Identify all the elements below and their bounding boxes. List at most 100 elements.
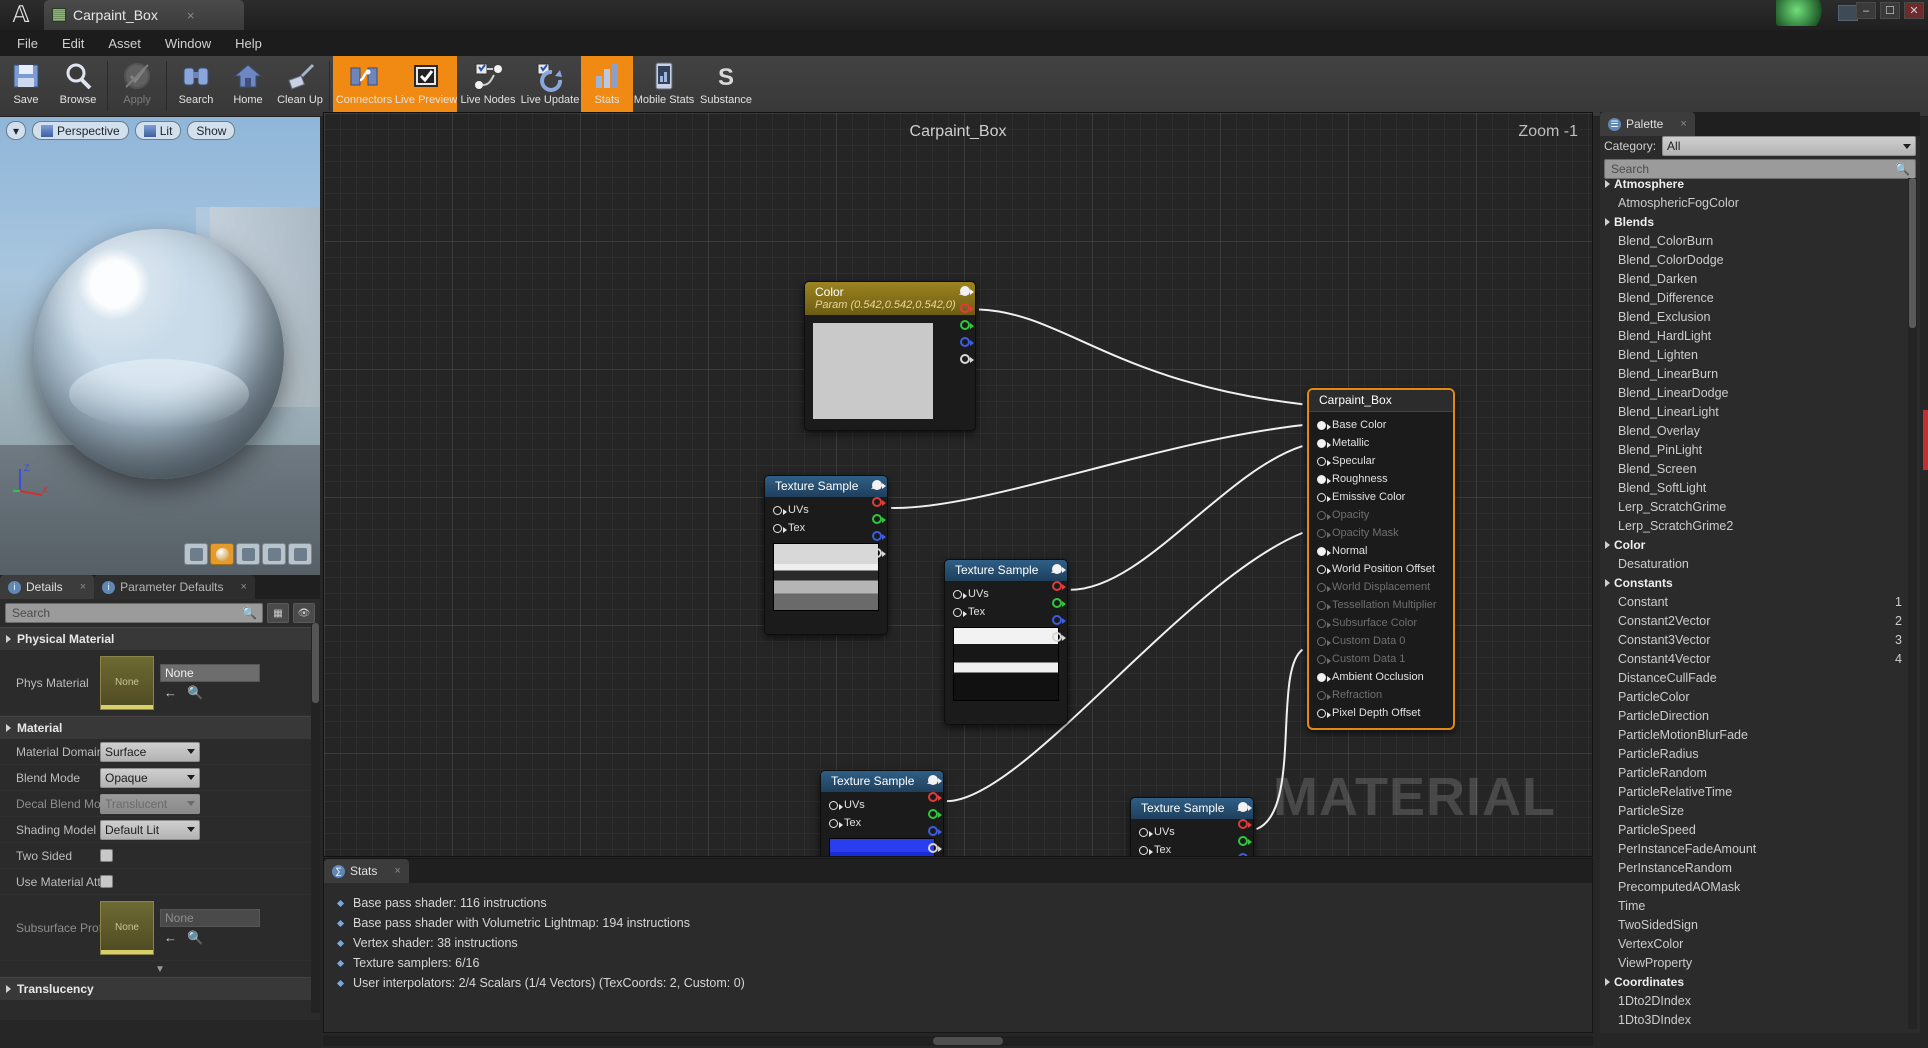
graph-node-texsample-3[interactable]: Texture SampleUVsTex [820, 770, 944, 857]
palette-item-constant3vector[interactable]: Constant3Vector3 [1600, 630, 1920, 649]
viewport-options-dropdown[interactable]: ▾ [6, 121, 26, 140]
palette-item-blend_overlay[interactable]: Blend_Overlay [1600, 421, 1920, 440]
preview-sphere-button[interactable] [210, 543, 234, 565]
palette-item-blend_linearburn[interactable]: Blend_LinearBurn [1600, 364, 1920, 383]
toolbar-button-live-nodes[interactable]: Live Nodes [457, 56, 519, 116]
palette-item-lerp_scratchgrime[interactable]: Lerp_ScratchGrime [1600, 497, 1920, 516]
toolbar-button-live-preview[interactable]: Live Preview [395, 56, 457, 116]
output-pin-r[interactable] [872, 497, 882, 507]
graph-node-material-output[interactable]: Carpaint_BoxBase ColorMetallicSpecularRo… [1307, 388, 1455, 730]
preview-cylinder-button[interactable] [184, 543, 208, 565]
use-selected-asset-icon[interactable]: ← [164, 930, 177, 946]
preview-cube-button[interactable] [262, 543, 286, 565]
palette-group-blends[interactable]: Blends [1600, 212, 1920, 231]
tab-stats[interactable]: ∑ Stats × [324, 859, 409, 883]
details-visibility-button[interactable]: 👁 [293, 603, 315, 623]
palette-item-atmosphericfogcolor[interactable]: AtmosphericFogColor [1600, 193, 1920, 212]
palette-group-coordinates[interactable]: Coordinates [1600, 972, 1920, 991]
property-dropdown[interactable]: Default Lit [100, 820, 200, 840]
palette-item-blend_colorburn[interactable]: Blend_ColorBurn [1600, 231, 1920, 250]
palette-item-particlerandom[interactable]: ParticleRandom [1600, 763, 1920, 782]
output-pin-g[interactable] [1052, 598, 1062, 608]
palette-item-1dto3dindex[interactable]: 1Dto3DIndex [1600, 1010, 1920, 1029]
node-input-pin[interactable]: Tex [1131, 841, 1253, 857]
close-window-button[interactable]: ✕ [1904, 2, 1924, 19]
menu-item-file[interactable]: File [6, 33, 49, 54]
toolbar-button-stats[interactable]: Stats [581, 56, 633, 116]
preview-custom-mesh-button[interactable] [288, 543, 312, 565]
graph-node-texsample-4[interactable]: Texture SampleUVsTex [1130, 797, 1254, 857]
output-pin-rgba[interactable] [928, 775, 938, 785]
material-input-normal[interactable]: Normal [1309, 542, 1453, 560]
output-pin-b[interactable] [872, 531, 882, 541]
node-header[interactable]: Texture Sample [765, 476, 887, 497]
output-pin-r[interactable] [960, 303, 970, 313]
output-pin-r[interactable] [928, 792, 938, 802]
output-pin-rgba[interactable] [960, 286, 970, 296]
output-pin-g[interactable] [872, 514, 882, 524]
asset-name-field[interactable]: None [160, 909, 260, 927]
graph-canvas[interactable]: Carpaint_Box Zoom -1 MATERIAL ColorParam… [324, 113, 1592, 856]
palette-item-particlerelativetime[interactable]: ParticleRelativeTime [1600, 782, 1920, 801]
viewport-camera-mode-button[interactable]: Perspective [32, 121, 129, 140]
browse-asset-icon[interactable]: 🔍 [187, 685, 203, 701]
asset-thumbnail[interactable]: None [100, 656, 154, 710]
output-pin-g[interactable] [1238, 836, 1248, 846]
node-input-pin[interactable]: Tex [821, 814, 943, 832]
details-search-input[interactable]: Search 🔍 [5, 603, 263, 623]
palette-group-atmosphere[interactable]: Atmosphere [1600, 174, 1920, 193]
palette-item-constant[interactable]: Constant1 [1600, 592, 1920, 611]
node-input-pin[interactable]: UVs [945, 585, 1067, 603]
viewport-view-mode-button[interactable]: Lit [135, 121, 182, 140]
output-pin-rgba[interactable] [1238, 802, 1248, 812]
tab-parameter-defaults[interactable]: iParameter Defaults× [94, 575, 255, 599]
palette-item-blend_colordodge[interactable]: Blend_ColorDodge [1600, 250, 1920, 269]
asset-thumbnail[interactable]: None [100, 901, 154, 955]
palette-item-lerp_scratchgrime2[interactable]: Lerp_ScratchGrime2 [1600, 516, 1920, 535]
menu-item-window[interactable]: Window [154, 33, 222, 54]
node-header[interactable]: ColorParam (0.542,0.542,0.542,0) [805, 282, 975, 315]
material-input-world-position-offset[interactable]: World Position Offset [1309, 560, 1453, 578]
output-pin-r[interactable] [1052, 581, 1062, 591]
palette-item-distancecullfade[interactable]: DistanceCullFade [1600, 668, 1920, 687]
node-header[interactable]: Texture Sample [1131, 798, 1253, 819]
palette-item-viewproperty[interactable]: ViewProperty [1600, 953, 1920, 972]
material-input-metallic[interactable]: Metallic [1309, 434, 1453, 452]
browse-asset-icon[interactable]: 🔍 [187, 930, 203, 946]
use-selected-asset-icon[interactable]: ← [164, 685, 177, 701]
palette-item-twosidedsign[interactable]: TwoSidedSign [1600, 915, 1920, 934]
material-input-emissive-color[interactable]: Emissive Color [1309, 488, 1453, 506]
palette-item-blend_linearlight[interactable]: Blend_LinearLight [1600, 402, 1920, 421]
palette-item-perinstancerandom[interactable]: PerInstanceRandom [1600, 858, 1920, 877]
menu-item-asset[interactable]: Asset [97, 33, 152, 54]
material-input-ambient-occlusion[interactable]: Ambient Occlusion [1309, 668, 1453, 686]
palette-item-perinstancefadeamount[interactable]: PerInstanceFadeAmount [1600, 839, 1920, 858]
palette-item-blend_lineardodge[interactable]: Blend_LinearDodge [1600, 383, 1920, 402]
toolbar-button-live-update[interactable]: Live Update [519, 56, 581, 116]
palette-item-blend_difference[interactable]: Blend_Difference [1600, 288, 1920, 307]
material-input-pixel-depth-offset[interactable]: Pixel Depth Offset [1309, 704, 1453, 722]
output-pin-a[interactable] [872, 548, 882, 558]
maximize-button[interactable]: ☐ [1880, 2, 1900, 19]
close-icon[interactable]: × [80, 581, 86, 593]
toolbar-button-save[interactable]: Save [0, 56, 52, 116]
output-pin-rgba[interactable] [1052, 564, 1062, 574]
palette-item-desaturation[interactable]: Desaturation [1600, 554, 1920, 573]
palette-item-list[interactable]: AtmosphereAtmosphericFogColorBlendsBlend… [1600, 174, 1920, 1033]
tab-details[interactable]: iDetails× [0, 575, 94, 599]
palette-item-particlecolor[interactable]: ParticleColor [1600, 687, 1920, 706]
palette-item-blend_softlight[interactable]: Blend_SoftLight [1600, 478, 1920, 497]
material-input-roughness[interactable]: Roughness [1309, 470, 1453, 488]
output-pin-b[interactable] [1052, 615, 1062, 625]
output-pin-b[interactable] [960, 337, 970, 347]
node-header[interactable]: Texture Sample [821, 771, 943, 792]
palette-item-blend_darken[interactable]: Blend_Darken [1600, 269, 1920, 288]
output-pin-r[interactable] [1238, 819, 1248, 829]
close-icon[interactable]: × [394, 865, 400, 877]
menu-item-edit[interactable]: Edit [51, 33, 95, 54]
palette-item-constant4vector[interactable]: Constant4Vector4 [1600, 649, 1920, 668]
menu-item-help[interactable]: Help [224, 33, 273, 54]
material-input-specular[interactable]: Specular [1309, 452, 1453, 470]
output-pin-g[interactable] [960, 320, 970, 330]
output-pin-rgba[interactable] [872, 480, 882, 490]
